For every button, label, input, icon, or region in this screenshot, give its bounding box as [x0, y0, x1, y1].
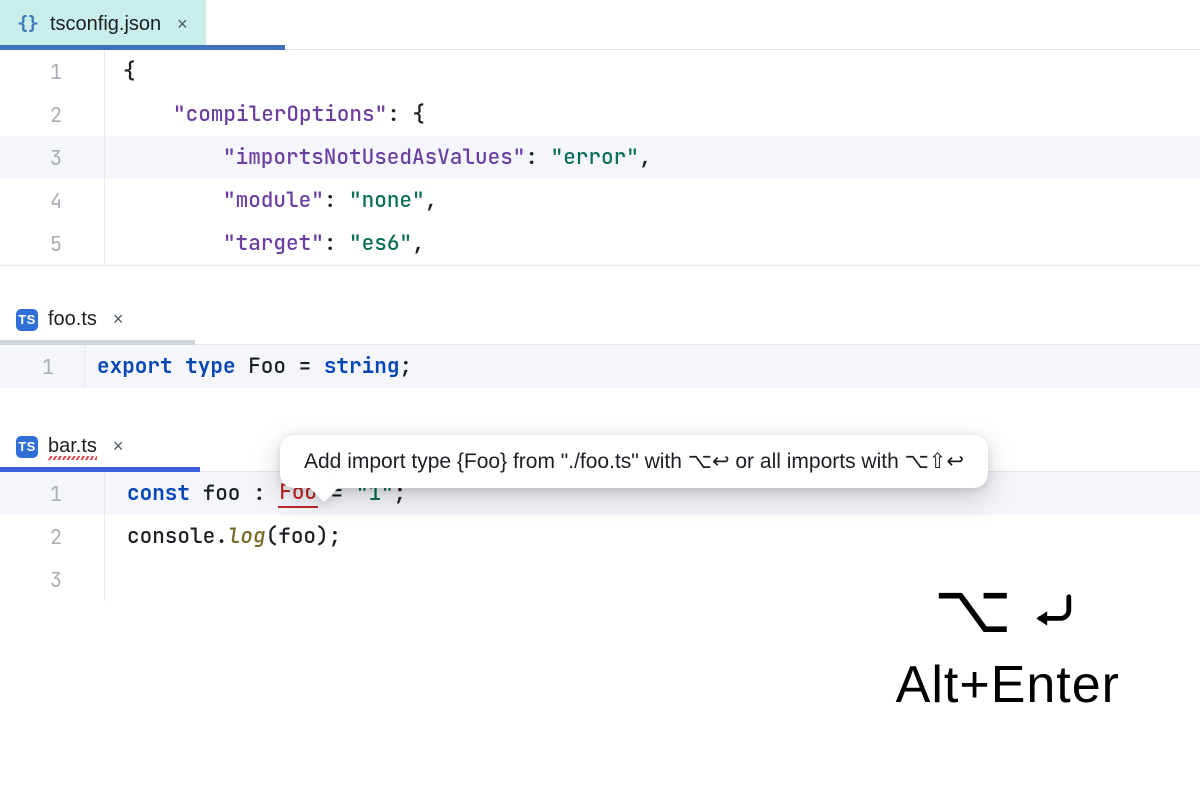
close-icon[interactable]: × [177, 14, 188, 35]
gutter-num: 2 [0, 93, 104, 136]
ts-file-icon: TS [16, 309, 38, 331]
ts-file-icon: TS [16, 436, 38, 458]
gutter-tsconfig: 1 2 3 4 5 [0, 50, 105, 265]
gutter-num: 1 [0, 50, 104, 93]
code-line[interactable]: "module": "none", [123, 179, 1200, 222]
close-icon[interactable]: × [113, 309, 124, 330]
code-line[interactable]: { [123, 50, 1200, 93]
gutter-num: 4 [0, 179, 104, 222]
tooltip-text: Add import type {Foo} from "./foo.ts" wi… [304, 450, 688, 473]
tooltip-text: or all imports with [730, 450, 905, 473]
gutter-num: 3 [0, 136, 104, 179]
editor-pane-tsconfig: {} tsconfig.json × 1 2 3 4 5 { "compiler… [0, 0, 1200, 265]
tab-tsconfig[interactable]: {} tsconfig.json × [0, 0, 206, 49]
code-line[interactable]: "compilerOptions": { [123, 93, 1200, 136]
tab-label: tsconfig.json [50, 13, 161, 36]
tab-bar[interactable]: TS bar.ts × [0, 422, 141, 471]
tabbar-foo: TS foo.ts × [0, 295, 1200, 345]
keyboard-hint-label: Alt+Enter [896, 655, 1120, 715]
pane-divider [0, 388, 1200, 422]
tab-label: bar.ts [48, 435, 97, 458]
tabbar-tsconfig: {} tsconfig.json × [0, 0, 1200, 50]
close-icon[interactable]: × [113, 436, 124, 457]
gutter-num: 1 [0, 472, 104, 515]
shortcut-alt-enter-icon: ⌥↩ [688, 450, 730, 473]
code-lines[interactable]: export type Foo = string; [85, 345, 1200, 388]
code-line[interactable]: export type Foo = string; [97, 345, 1200, 388]
code-area-foo[interactable]: 1 export type Foo = string; [0, 345, 1200, 388]
shortcut-alt-shift-enter-icon: ⌥⇧↩ [905, 450, 964, 473]
code-area-bar[interactable]: 1 2 3 const foo : Foo = "1"; console.log… [0, 472, 1200, 601]
code-line[interactable]: "target": "es6", [123, 222, 1200, 265]
code-line[interactable]: "importsNotUsedAsValues": "error", [123, 136, 1200, 179]
code-area-tsconfig[interactable]: 1 2 3 4 5 { "compilerOptions": { "import… [0, 50, 1200, 265]
gutter-num: 5 [0, 222, 104, 265]
gutter-num: 1 [0, 345, 84, 388]
gutter-num: 2 [0, 515, 104, 558]
gutter-foo: 1 [0, 345, 85, 388]
code-line[interactable] [127, 558, 1200, 601]
editor-pane-foo: TS foo.ts × 1 export type Foo = string; [0, 295, 1200, 388]
code-lines[interactable]: const foo : Foo = "1"; console.log(foo); [105, 472, 1200, 601]
gutter-num: 3 [0, 558, 104, 601]
quickfix-tooltip[interactable]: Add import type {Foo} from "./foo.ts" wi… [280, 435, 988, 488]
json-file-icon: {} [16, 13, 40, 37]
code-line[interactable]: console.log(foo); [127, 515, 1200, 558]
tab-label: foo.ts [48, 308, 97, 331]
code-lines[interactable]: { "compilerOptions": { "importsNotUsedAs… [105, 50, 1200, 265]
pane-divider [0, 265, 1200, 295]
gutter-bar: 1 2 3 [0, 472, 105, 601]
tab-foo[interactable]: TS foo.ts × [0, 295, 141, 344]
